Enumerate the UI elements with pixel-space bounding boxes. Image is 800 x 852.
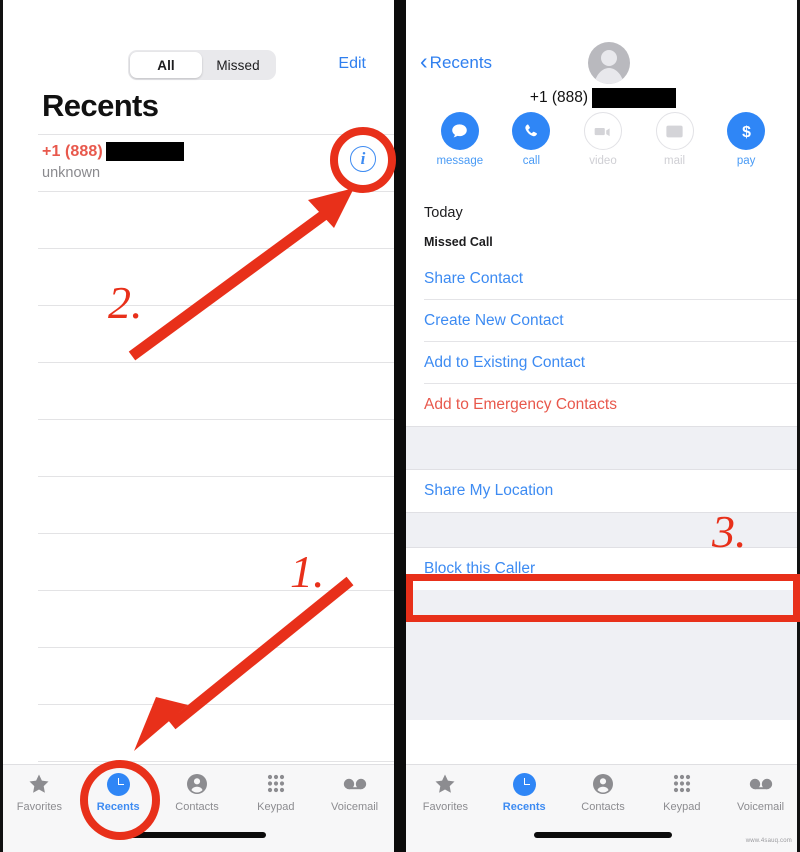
chevron-left-icon: ‹ [420,48,428,74]
annotation-step-two: 2. [108,277,143,328]
action-list-group-one: Share Contact Create New Contact Add to … [406,258,800,720]
tab-favorites[interactable]: Favorites [406,771,485,823]
envelope-icon [655,112,694,150]
svg-text:$: $ [742,124,751,141]
watermark: www.4sauq.com [745,838,792,844]
tab-voicemail[interactable]: Voicemail [315,771,394,823]
tab-label: Voicemail [331,801,379,813]
edit-button[interactable]: Edit [338,55,366,73]
tab-keypad[interactable]: Keypad [236,771,315,823]
list-item-label: Share My Location [424,482,554,499]
voicemail-icon [749,771,773,797]
action-video: video [575,112,631,167]
person-circle-icon [185,771,209,797]
annotation-ring-info-button [330,127,396,193]
call-subtitle: unknown [42,165,101,181]
redaction-bar [105,142,184,161]
list-item-share-contact[interactable]: Share Contact [406,258,800,300]
call-filter-segmented-control[interactable]: All Missed [128,50,276,80]
list-item-add-to-emergency-contacts[interactable]: Add to Emergency Contacts [406,384,800,426]
star-icon [433,771,457,797]
tab-keypad[interactable]: Keypad [642,771,721,823]
today-section-label: Today [424,205,463,221]
left-tab-bar: Favorites Recents Contacts Keypad Voicem… [0,764,394,852]
action-label: video [589,155,617,167]
annotation-ring-recents-tab [80,760,160,840]
tab-recents[interactable]: Recents [485,771,564,823]
segment-all[interactable]: All [130,52,202,78]
action-label: call [522,155,541,167]
tab-label: Favorites [422,801,469,813]
action-label: message [436,155,484,167]
call-list-row[interactable]: +1 (888) unknown [42,142,184,181]
tab-label: Keypad [663,801,701,813]
video-camera-icon [583,112,622,150]
tab-contacts[interactable]: Contacts [564,771,643,823]
redaction-bar [592,88,677,108]
tab-contacts[interactable]: Contacts [158,771,237,823]
tab-favorites[interactable]: Favorites [0,771,79,823]
call-number-prefix: +1 (888) [42,142,103,160]
avatar [588,42,630,84]
dollar-sign-icon: $ [727,112,766,150]
annotation-step-three: 3. [712,506,747,557]
action-mail: mail [647,112,703,167]
voicemail-icon [343,771,367,797]
phone-icon [512,112,551,150]
segment-missed[interactable]: Missed [202,52,274,78]
tab-label: Favorites [16,801,63,813]
tab-voicemail[interactable]: Voicemail [721,771,800,823]
action-label: mail [664,155,686,167]
call-number: +1 (888) [42,142,184,161]
list-item-label: Create New Contact [424,312,564,329]
left-edge-border [0,0,3,852]
contact-action-row: message call video mail $ pay [406,112,800,167]
list-item-label: Add to Existing Contact [424,354,586,371]
star-icon [27,771,51,797]
annotation-step-one: 1. [290,546,325,597]
list-item-add-to-existing-contact[interactable]: Add to Existing Contact [406,342,800,384]
home-indicator [534,832,672,838]
message-bubble-icon [440,112,479,150]
list-item-label: Add to Emergency Contacts [424,396,617,413]
tab-label: Keypad [257,801,295,813]
contact-number: +1 (888) [406,88,800,108]
contact-number-prefix: +1 (888) [529,89,589,106]
clock-icon [512,771,536,797]
back-button[interactable]: ‹ Recents [420,48,493,74]
screenshot-stage: All Missed Edit Recents +1 (888) unknown… [0,0,800,852]
tab-label: Contacts [175,801,219,813]
home-indicator [128,832,266,838]
annotation-box-block-caller [406,574,800,622]
person-circle-icon [591,771,615,797]
keypad-dots-icon [264,771,288,797]
page-title: Recents [42,88,159,123]
recents-screen: All Missed Edit Recents +1 (888) unknown… [0,0,394,852]
keypad-dots-icon [670,771,694,797]
right-tab-bar: Favorites Recents Contacts Keypad Voicem… [406,764,800,852]
list-item-label: Share Contact [424,270,524,287]
back-button-label: Recents [429,52,493,72]
action-label: pay [736,155,756,167]
list-item-create-new-contact[interactable]: Create New Contact [406,300,800,342]
action-message[interactable]: message [432,112,488,167]
tab-label: Recents [502,801,546,813]
tab-label: Voicemail [737,801,785,813]
tab-label: Contacts [581,801,625,813]
action-call[interactable]: call [503,112,559,167]
section-gap-one [406,426,800,470]
panel-divider [394,0,406,852]
missed-call-label: Missed Call [424,235,493,249]
action-pay[interactable]: $ pay [718,112,774,167]
